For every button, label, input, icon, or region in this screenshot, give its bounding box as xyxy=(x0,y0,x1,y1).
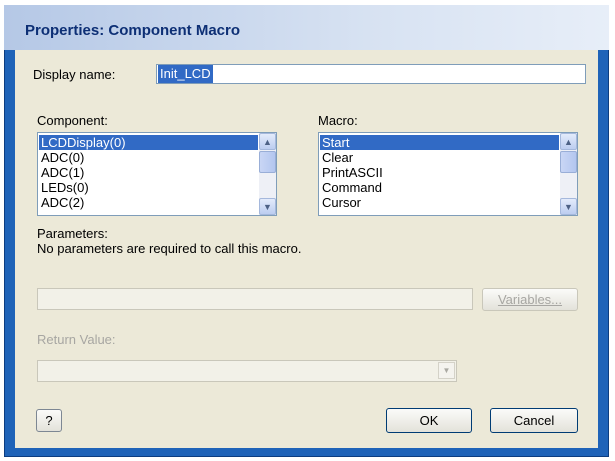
macro-label: Macro: xyxy=(318,113,358,128)
scroll-up-icon[interactable]: ▲ xyxy=(259,133,276,150)
list-item[interactable]: Start xyxy=(320,135,559,150)
display-name-input[interactable]: Init_LCD xyxy=(156,64,586,84)
scroll-down-icon[interactable]: ▼ xyxy=(560,198,577,215)
component-scrollbar[interactable]: ▲ ▼ xyxy=(259,133,276,215)
parameters-label: Parameters: xyxy=(37,226,108,241)
ok-button-label: OK xyxy=(419,413,439,428)
component-label: Component: xyxy=(37,113,108,128)
return-value-combobox[interactable]: ▼ xyxy=(37,360,457,382)
list-item[interactable]: ADC(1) xyxy=(39,165,258,180)
list-item[interactable]: LCDDisplay(0) xyxy=(39,135,258,150)
dialog-title: Properties: Component Macro xyxy=(25,22,241,39)
scroll-thumb[interactable] xyxy=(560,151,577,173)
parameters-message: No parameters are required to call this … xyxy=(37,241,302,256)
scroll-thumb[interactable] xyxy=(259,151,276,173)
return-value-label: Return Value: xyxy=(37,332,116,347)
list-item[interactable]: Command xyxy=(320,180,559,195)
help-button-label: ? xyxy=(45,413,53,428)
list-item[interactable]: PrintASCII xyxy=(320,165,559,180)
variables-button[interactable]: Variables... xyxy=(482,288,578,311)
macro-listbox[interactable]: Start Clear PrintASCII Command Cursor ▲ … xyxy=(318,132,578,216)
display-name-value: Init_LCD xyxy=(158,65,213,83)
help-button[interactable]: ? xyxy=(36,409,62,432)
scroll-down-icon[interactable]: ▼ xyxy=(259,198,276,215)
cancel-button[interactable]: Cancel xyxy=(490,408,578,433)
ok-button[interactable]: OK xyxy=(386,408,472,433)
display-name-label: Display name: xyxy=(33,67,116,82)
list-item[interactable]: Cursor xyxy=(320,195,559,210)
scroll-up-icon[interactable]: ▲ xyxy=(560,133,577,150)
variables-button-label: Variables... xyxy=(497,292,563,307)
component-listbox[interactable]: LCDDisplay(0) ADC(0) ADC(1) LEDs(0) ADC(… xyxy=(37,132,277,216)
list-item[interactable]: ADC(0) xyxy=(39,150,258,165)
parameters-input[interactable] xyxy=(37,288,473,310)
list-item[interactable]: LEDs(0) xyxy=(39,180,258,195)
cancel-button-label: Cancel xyxy=(513,413,555,428)
list-item[interactable]: Clear xyxy=(320,150,559,165)
chevron-down-icon[interactable]: ▼ xyxy=(438,362,455,379)
title-bar[interactable]: Properties: Component Macro xyxy=(4,5,609,50)
list-item[interactable]: ADC(2) xyxy=(39,195,258,210)
macro-scrollbar[interactable]: ▲ ▼ xyxy=(560,133,577,215)
